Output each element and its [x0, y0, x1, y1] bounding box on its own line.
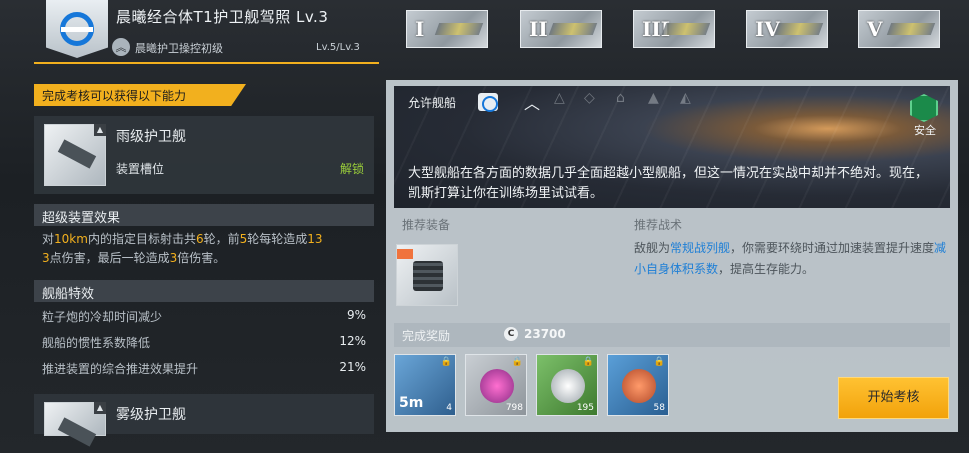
- mission-banner: 允许舰船 ︿ △ ◇ ⌂ ▲ ◭ 安全 大型舰船在各方面的数据几乎全面超越小型舰…: [394, 86, 950, 208]
- rank-icon: ▲: [648, 90, 659, 106]
- reward-label: 完成奖励: [402, 329, 451, 343]
- header: 晨曦经合体T1护卫舰驾照 Lv.3 ︽ 晨曦护卫操控初级 Lv.5/Lv.3 I…: [36, 0, 966, 62]
- trait-row: 粒子炮的冷却时间减少 9%: [42, 308, 366, 324]
- slot-label: 装置槽位: [116, 162, 165, 176]
- tier-tab-2[interactable]: II: [520, 10, 602, 48]
- trait-row: 推进装置的综合推进效果提升 21%: [42, 360, 366, 376]
- ship-name: 雾级护卫舰: [116, 407, 186, 423]
- tier-tab-3[interactable]: III: [633, 10, 715, 48]
- item-duration: 5m: [399, 395, 424, 411]
- trait-row: 舰船的惯性系数降低 12%: [42, 334, 366, 350]
- reward-item[interactable]: 🔒 798: [465, 354, 527, 416]
- reward-bar: 完成奖励 C 23700: [394, 323, 950, 347]
- recommended-tactic-label: 推荐战术: [634, 218, 683, 232]
- mission-description: 大型舰船在各方面的数据几乎全面超越小型舰船，但这一情况在实战中却并不绝对。现在，…: [408, 166, 929, 201]
- tier-tab-5[interactable]: V: [858, 10, 940, 48]
- lock-icon: 🔒: [440, 357, 452, 367]
- start-exam-button[interactable]: 开始考核: [838, 377, 949, 419]
- recommended-tactic-text: 敌舰为常规战列舰，你需要环绕时通过加速装置提升速度减小自身体积系数，提高生存能力…: [634, 241, 947, 276]
- lock-icon: 🔒: [653, 357, 665, 367]
- collapse-icon[interactable]: ▲: [94, 124, 106, 136]
- safe-label: 安全: [914, 124, 936, 137]
- allowed-ships-label: 允许舰船: [408, 96, 457, 110]
- tier-tab-4[interactable]: IV: [746, 10, 828, 48]
- license-subtitle: 晨曦护卫操控初级: [135, 42, 223, 55]
- ship-name: 雨级护卫舰: [116, 129, 186, 145]
- coin-icon: C: [504, 327, 518, 341]
- traits-title: 舰船特效: [34, 280, 374, 302]
- lock-icon: 🔒: [511, 357, 523, 367]
- rank-icon: ◭: [680, 90, 691, 106]
- reward-item[interactable]: 🔒 5m 4: [394, 354, 456, 416]
- license-title: 晨曦经合体T1护卫舰驾照 Lv.3: [116, 8, 329, 26]
- recommended-equipment-item[interactable]: [396, 244, 458, 306]
- rank-icon: △: [554, 90, 565, 106]
- allowed-ship-badge-icon: [478, 93, 498, 112]
- divider: [34, 62, 379, 64]
- super-effect-desc: 对10km内的指定目标射击共6轮，前5轮每轮造成13 3点伤害，最后一轮造成3倍伤…: [42, 232, 323, 265]
- license-level: Lv.5/Lv.3: [316, 42, 360, 53]
- unlock-label: 解锁: [340, 162, 365, 176]
- requirement-banner: 完成考核可以获得以下能力: [34, 84, 246, 106]
- collapse-icon[interactable]: ▲: [94, 402, 106, 414]
- lock-icon: 🔒: [582, 357, 594, 367]
- faction-badge-icon: [46, 0, 108, 58]
- ship-card-rain[interactable]: ▲ 雨级护卫舰 装置槽位 解锁: [34, 116, 374, 194]
- rank-icon: ⌂: [616, 90, 625, 106]
- recommended-equipment-label: 推荐装备: [402, 218, 451, 232]
- ship-card-fog[interactable]: ▲ 雾级护卫舰: [34, 394, 374, 436]
- rank-icon: ◇: [584, 90, 595, 106]
- chevron-up-icon: ︽: [112, 38, 130, 56]
- super-effect-title: 超级装置效果: [34, 204, 374, 226]
- tier-tab-1[interactable]: I: [406, 10, 488, 48]
- coin-value: 23700: [524, 327, 566, 341]
- reward-item[interactable]: 🔒 58: [607, 354, 669, 416]
- reward-item[interactable]: 🔒 195: [536, 354, 598, 416]
- chevron-up-icon: ︿: [524, 94, 541, 113]
